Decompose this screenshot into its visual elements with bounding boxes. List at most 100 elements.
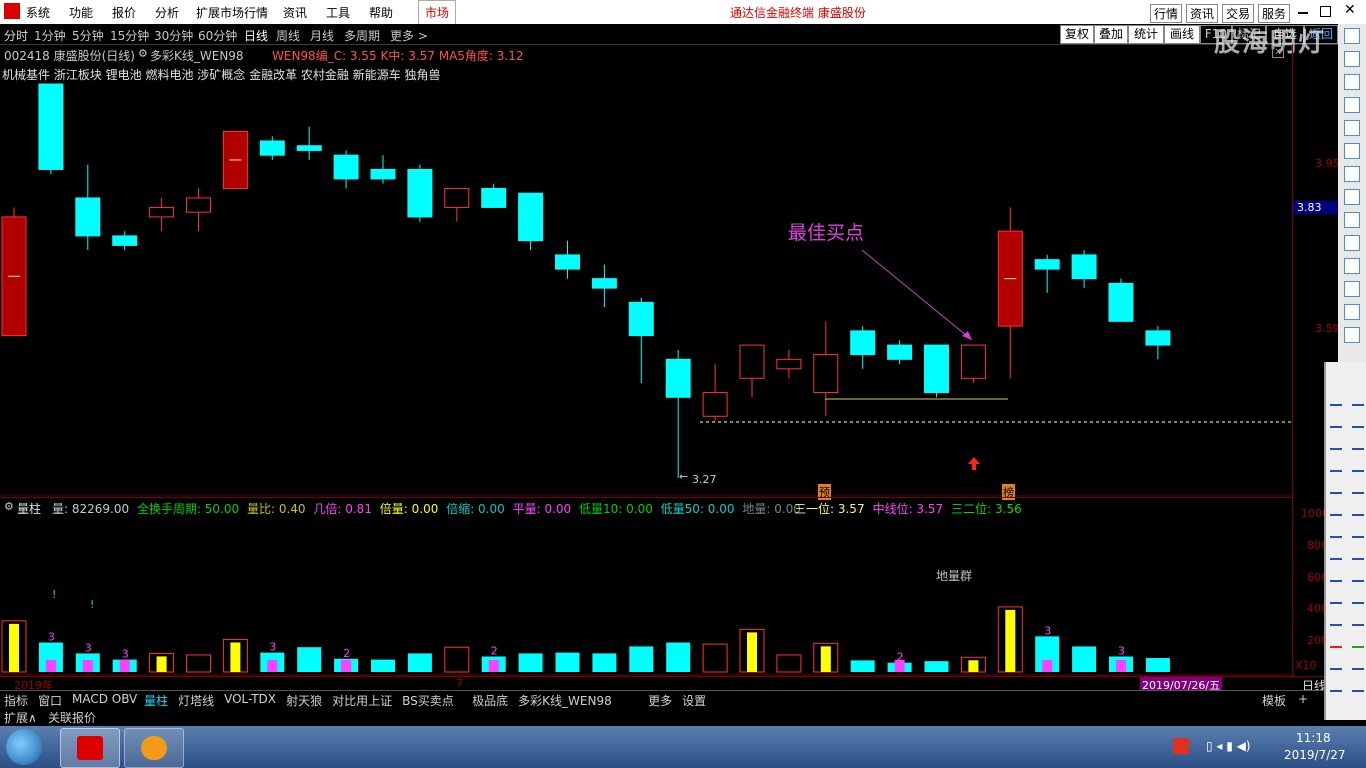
list-icon[interactable] <box>1344 143 1360 159</box>
draw-tool-12-0-icon[interactable] <box>1330 656 1342 670</box>
minimize-icon[interactable] <box>1298 12 1308 14</box>
indicator-tab-13[interactable]: 设置 <box>682 692 706 709</box>
indicator-tab-9[interactable]: BS买卖点 <box>402 692 454 709</box>
draw-tool-6-1-icon[interactable] <box>1352 524 1364 538</box>
btn-overlay[interactable]: 叠加 <box>1094 25 1128 44</box>
start-button-icon[interactable] <box>6 729 42 765</box>
menu-item-ext-market[interactable]: 扩展市场行情 <box>196 4 268 21</box>
btn-draw[interactable]: 画线 <box>1164 25 1200 44</box>
indicator-tab-8[interactable]: 对比用上证 <box>332 692 392 709</box>
period-daily[interactable]: 日线 <box>244 27 268 44</box>
indicator-tab-6[interactable]: VOL-TDX <box>224 692 276 706</box>
period-more[interactable]: 更多 > <box>390 27 428 44</box>
draw-tool-1-1-icon[interactable] <box>1352 414 1364 428</box>
indicator-tab-3[interactable]: OBV <box>112 692 138 706</box>
btn-quote[interactable]: 行情 <box>1150 4 1183 23</box>
indicator-tab-0[interactable]: 指标 <box>4 692 28 709</box>
volume-chart[interactable]: 3 3 3 3 2 2 2 3 3!! <box>0 496 1292 676</box>
period-30min[interactable]: 30分钟 <box>154 27 193 44</box>
grid-icon[interactable] <box>1344 74 1360 90</box>
maximize-icon[interactable] <box>1320 6 1331 17</box>
tab-template[interactable]: 模板 <box>1262 692 1286 709</box>
draw-tool-5-1-icon[interactable] <box>1352 502 1364 516</box>
tab-linked-quote[interactable]: 关联报价 <box>48 709 96 726</box>
chart2-icon[interactable] <box>1344 120 1360 136</box>
draw-tool-2-0-icon[interactable] <box>1330 436 1342 450</box>
draw-tool-9-1-icon[interactable] <box>1352 590 1364 604</box>
period-multi[interactable]: 多周期 <box>344 27 380 44</box>
menu-item-quote[interactable]: 报价 <box>112 4 136 21</box>
close-icon[interactable]: ✕ <box>1344 2 1356 18</box>
doc2-icon[interactable] <box>1344 235 1360 251</box>
candlestick-chart[interactable]: ← <box>0 44 1292 496</box>
draw-tool-8-1-icon[interactable] <box>1352 568 1364 582</box>
draw-tool-4-0-icon[interactable] <box>1330 480 1342 494</box>
tray-icons[interactable]: ▯ ◂ ▮ ◀) <box>1206 739 1251 753</box>
doc5-icon[interactable] <box>1344 304 1360 320</box>
draw-tool-13-1-icon[interactable] <box>1352 678 1364 692</box>
taskbar-app-tdx[interactable] <box>60 728 120 768</box>
draw-tool-6-0-icon[interactable] <box>1330 524 1342 538</box>
btn-trade[interactable]: 交易 <box>1222 4 1255 23</box>
draw-tool-0-0-icon[interactable] <box>1330 392 1342 406</box>
doc4-icon[interactable] <box>1344 281 1360 297</box>
menu-item-tools[interactable]: 工具 <box>326 4 350 21</box>
period-15min[interactable]: 15分钟 <box>110 27 149 44</box>
period-1min[interactable]: 1分钟 <box>34 27 66 44</box>
draw-tool-3-0-icon[interactable] <box>1330 458 1342 472</box>
draw-tool-4-1-icon[interactable] <box>1352 480 1364 494</box>
menu-item-help[interactable]: 帮助 <box>369 4 393 21</box>
tray-input-icon[interactable] <box>1173 738 1189 754</box>
indicator-tab-1[interactable]: 窗口 <box>38 692 62 709</box>
draw-tool-0-1-icon[interactable] <box>1352 392 1364 406</box>
taskbar-app-browser[interactable] <box>124 728 184 768</box>
indicator-tab-5[interactable]: 灯塔线 <box>178 692 214 709</box>
draw-tool-2-1-icon[interactable] <box>1352 436 1364 450</box>
menu-item-analysis[interactable]: 分析 <box>155 4 179 21</box>
indicator-tab-4[interactable]: 量柱 <box>144 692 168 709</box>
period-monthly[interactable]: 月线 <box>310 27 334 44</box>
market-tab[interactable]: 市场 <box>418 0 457 26</box>
draw-tool-10-1-icon[interactable] <box>1352 612 1364 626</box>
candle-icon[interactable] <box>1344 166 1360 182</box>
chart-icon[interactable] <box>1344 97 1360 113</box>
draw-tool-1-0-icon[interactable] <box>1330 414 1342 428</box>
draw-tool-10-0-icon[interactable] <box>1330 612 1342 626</box>
down-arrow-icon[interactable] <box>1344 51 1360 67</box>
tab-add-icon[interactable]: + <box>1298 692 1308 706</box>
indicator-tab-12[interactable]: 更多 <box>648 692 672 709</box>
btn-service[interactable]: 服务 <box>1258 4 1291 23</box>
draw-tool-8-0-icon[interactable] <box>1330 568 1342 582</box>
draw-tool-3-1-icon[interactable] <box>1352 458 1364 472</box>
indicator-tab-11[interactable]: 多彩K线_WEN98 <box>518 692 612 709</box>
circle-icon[interactable] <box>1344 327 1360 343</box>
draw-tool-11-0-icon[interactable] <box>1330 634 1342 648</box>
period-weekly[interactable]: 周线 <box>276 27 300 44</box>
period-5min[interactable]: 5分钟 <box>72 27 104 44</box>
indicator-tab-10[interactable]: 极品底 <box>472 692 508 709</box>
clock-date[interactable]: 2019/7/27 <box>1284 748 1346 762</box>
draw-tool-11-1-icon[interactable] <box>1352 634 1364 648</box>
period-60min[interactable]: 60分钟 <box>198 27 237 44</box>
draw-tool-7-1-icon[interactable] <box>1352 546 1364 560</box>
doc-icon[interactable] <box>1344 212 1360 228</box>
up-arrow-icon[interactable] <box>1344 28 1360 44</box>
draw-tool-5-0-icon[interactable] <box>1330 502 1342 516</box>
clock-time[interactable]: 11:18 <box>1296 731 1331 745</box>
draw-tool-12-1-icon[interactable] <box>1352 656 1364 670</box>
bars-icon[interactable] <box>1344 189 1360 205</box>
menu-item-news[interactable]: 资讯 <box>283 4 307 21</box>
draw-tool-7-0-icon[interactable] <box>1330 546 1342 560</box>
btn-fuquan[interactable]: 复权 <box>1060 25 1094 44</box>
indicator-tab-2[interactable]: MACD <box>72 692 108 706</box>
btn-stats[interactable]: 统计 <box>1128 25 1164 44</box>
menu-item-system[interactable]: 系统 <box>26 4 50 21</box>
doc3-icon[interactable] <box>1344 258 1360 274</box>
draw-tool-9-0-icon[interactable] <box>1330 590 1342 604</box>
btn-info[interactable]: 资讯 <box>1186 4 1219 23</box>
tab-expand[interactable]: 扩展∧ <box>4 709 37 726</box>
draw-tool-13-0-icon[interactable] <box>1330 678 1342 692</box>
menu-item-function[interactable]: 功能 <box>69 4 93 21</box>
indicator-tab-7[interactable]: 射天狼 <box>286 692 322 709</box>
period-fenshi[interactable]: 分时 <box>4 27 28 44</box>
